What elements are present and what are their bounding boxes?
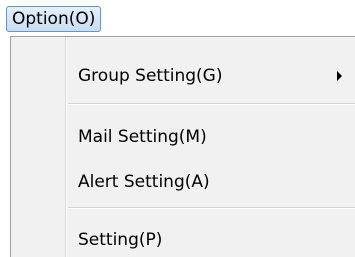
menu-bar: Option(O) [0,0,355,36]
option-dropdown-menu: Group Setting(G) Mail Setting(M) Alert S… [10,36,355,257]
menu-item-group-setting[interactable]: Group Setting(G) [12,59,352,93]
menu-separator [68,207,355,209]
menu-item-label: Group Setting(G) [78,66,223,86]
submenu-arrow-icon [337,71,342,81]
menu-item-label: Setting(P) [78,230,163,250]
menu-item-mail-setting[interactable]: Mail Setting(M) [12,120,352,154]
menu-item-label: Alert Setting(A) [78,172,210,192]
menu-item-setting[interactable]: Setting(P) [12,223,352,257]
menu-separator [68,103,355,105]
option-menu-button[interactable]: Option(O) [6,6,102,32]
menu-item-label: Mail Setting(M) [78,127,207,147]
menu-item-alert-setting[interactable]: Alert Setting(A) [12,165,352,199]
